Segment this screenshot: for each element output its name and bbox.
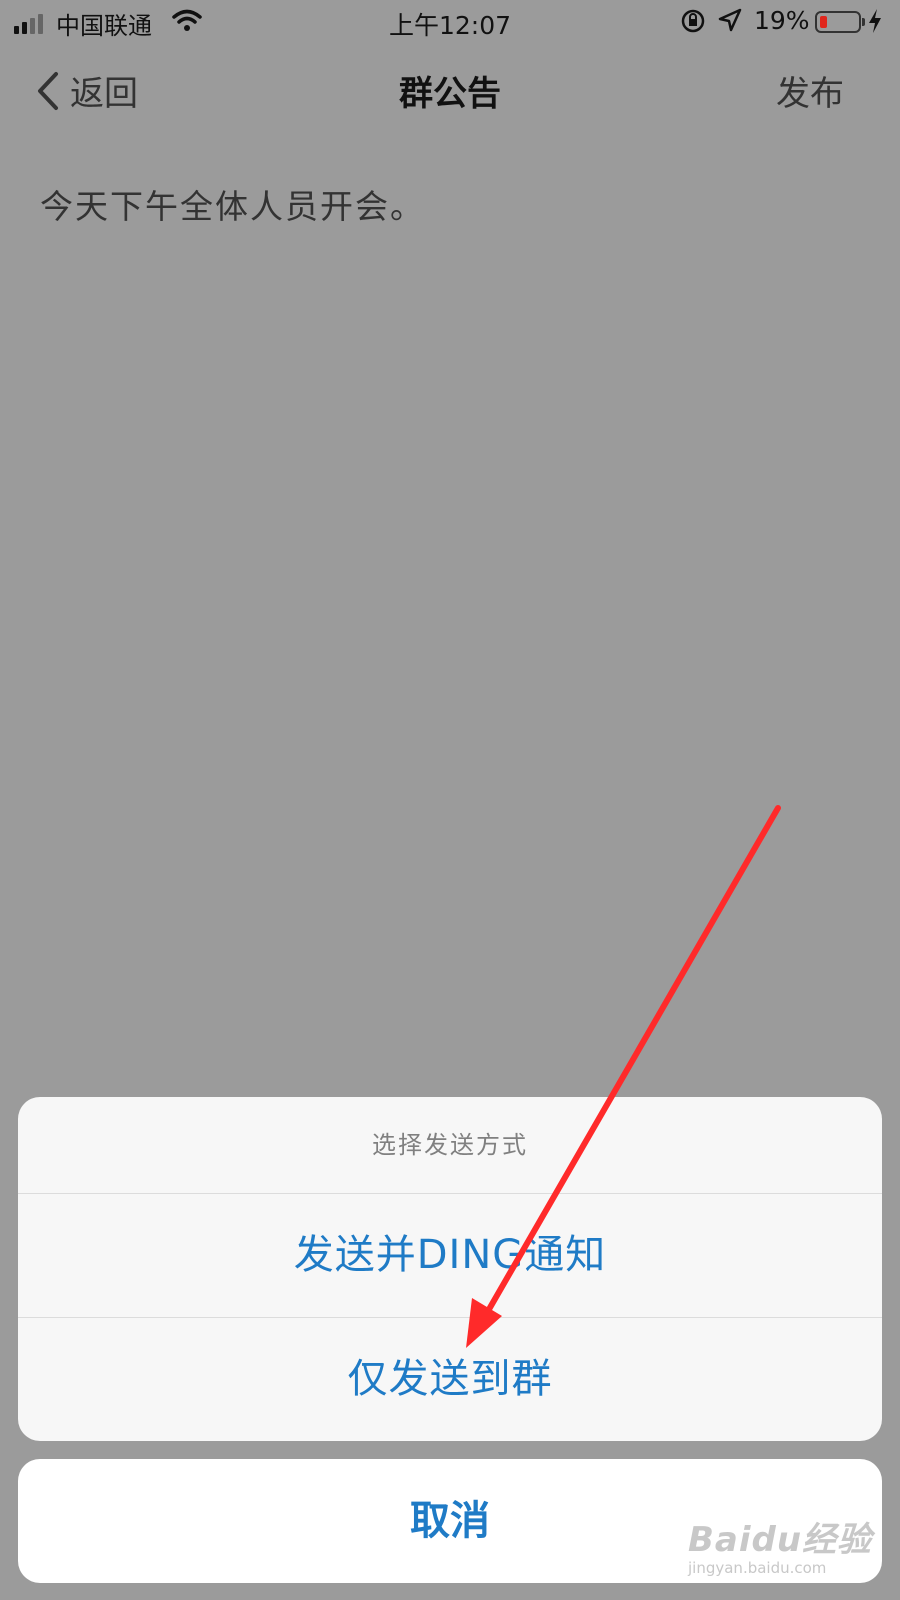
action-sheet-title: 选择发送方式 — [18, 1097, 882, 1194]
battery-percent: 19% — [754, 6, 810, 35]
send-with-ding-button[interactable]: 发送并DING通知 — [18, 1194, 882, 1318]
baidu-watermark: Baidu经验 jingyan.baidu.com — [688, 1512, 872, 1577]
send-method-action-sheet: 选择发送方式 发送并DING通知 仅发送到群 — [18, 1097, 882, 1441]
location-icon — [718, 8, 742, 38]
status-bar: 中国联通 上午12:07 19% — [0, 0, 900, 44]
navigation-bar: 返回 群公告 发布 — [0, 44, 900, 136]
publish-button[interactable]: 发布 — [776, 66, 844, 115]
charging-icon — [868, 8, 882, 38]
watermark-url: jingyan.baidu.com — [688, 1559, 827, 1577]
watermark-logo: Baidu经验 — [688, 1520, 873, 1560]
page-title: 群公告 — [399, 74, 501, 114]
announcement-text[interactable]: 今天下午全体人员开会。 — [40, 180, 425, 228]
send-to-group-only-button[interactable]: 仅发送到群 — [18, 1318, 882, 1441]
battery-level-fill — [820, 16, 827, 28]
rotation-lock-icon — [680, 8, 706, 38]
battery-icon — [815, 11, 865, 33]
